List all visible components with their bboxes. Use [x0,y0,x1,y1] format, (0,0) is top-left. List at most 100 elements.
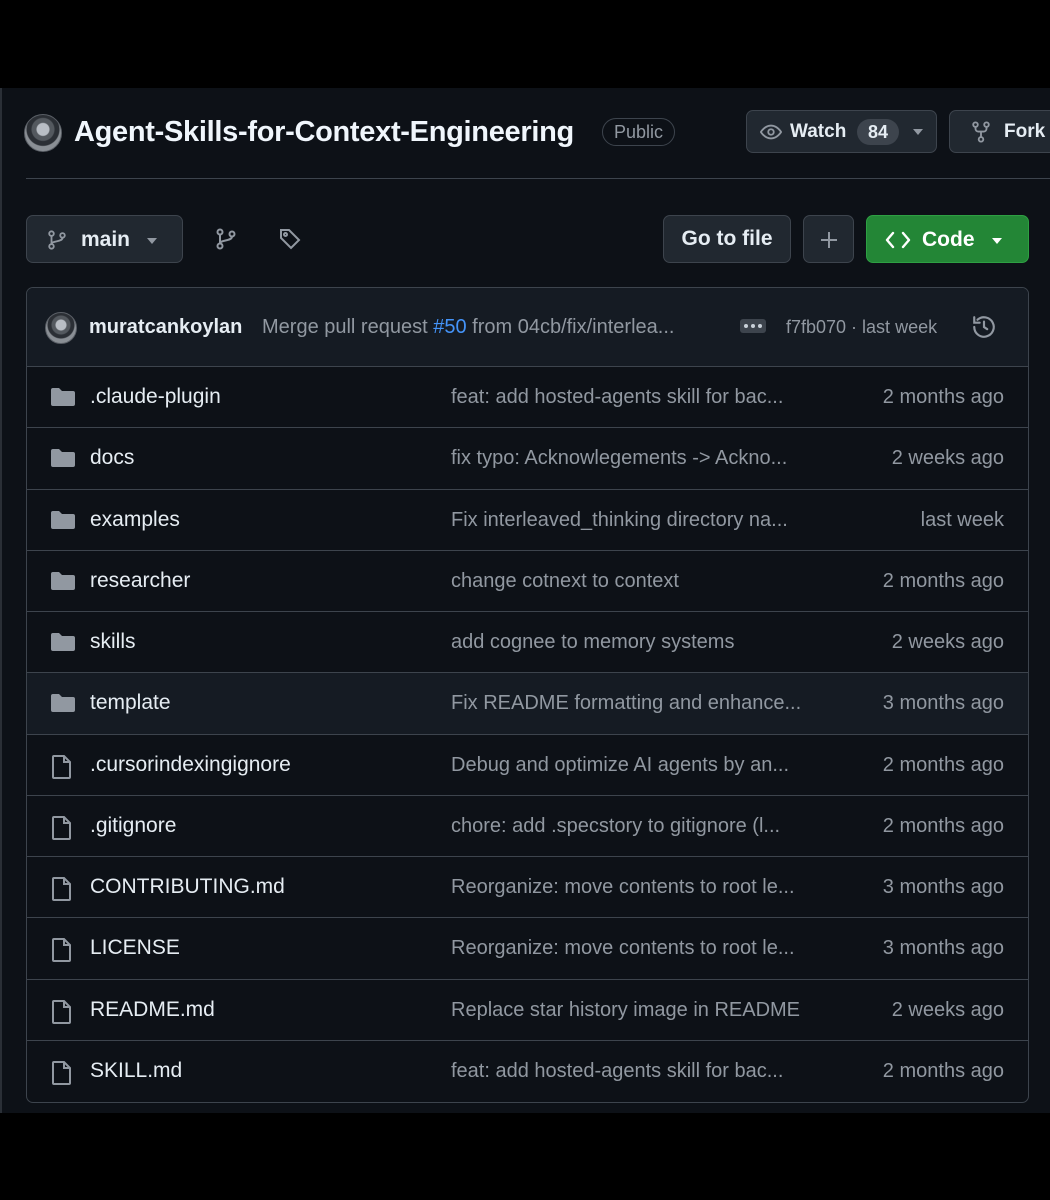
watch-count: 84 [857,119,899,145]
eye-icon [760,124,782,140]
file-row[interactable]: .claude-plugin feat: add hosted-agents sk… [27,367,1028,429]
file-commit-message[interactable]: Fix README formatting and enhance... [451,692,831,715]
file-name-link[interactable]: researcher [90,569,190,593]
chevron-down-icon [147,238,157,244]
repo-header: Agent-Skills-for-Context-Engineering Pub… [24,110,1050,158]
code-icon [885,231,911,249]
dot [758,324,762,328]
latest-commit-bar: muratcankoylan Merge pull request #50 fr… [27,288,1028,367]
file-commit-message[interactable]: Reorganize: move contents to root le... [451,876,831,899]
file-icon [50,815,74,846]
folder-icon [50,692,76,719]
expand-commit-button[interactable] [740,319,766,333]
chevron-down-icon[interactable] [912,128,924,136]
file-name-link[interactable]: docs [90,446,134,470]
file-name-link[interactable]: README.md [90,998,215,1022]
file-row[interactable]: skills add cognee to memory systems 2 week… [27,612,1028,674]
file-commit-date: 2 months ago [882,569,1004,592]
file-icon [50,999,74,1030]
file-commit-message[interactable]: fix typo: Acknowlegements -> Ackno... [451,447,831,470]
dot [751,324,755,328]
file-row[interactable]: .gitignore chore: add .specstory to gitig… [27,796,1028,857]
pull-request-link[interactable]: #50 [433,316,466,338]
file-commit-message[interactable]: change cotnext to context [451,570,831,593]
file-commit-date: 3 months ago [882,937,1004,960]
file-commit-message[interactable]: Debug and optimize AI agents by an... [451,754,831,777]
file-row[interactable]: CONTRIBUTING.md Reorganize: move contents… [27,857,1028,919]
fork-label: Fork [1004,121,1046,142]
branch-icon [48,230,66,250]
tag-icon[interactable] [278,227,302,251]
file-commit-date: 2 months ago [882,814,1004,837]
file-name-link[interactable]: skills [90,630,136,654]
commit-message[interactable]: Merge pull request #50 from 04cb/fix/int… [262,316,674,339]
chevron-down-icon [992,238,1002,244]
go-to-file-button[interactable]: Go to file [663,215,791,263]
file-commit-date: 2 months ago [882,386,1004,408]
fork-icon [972,121,990,143]
commit-author-avatar[interactable] [45,312,77,344]
file-icon [50,1060,74,1091]
file-table: muratcankoylan Merge pull request #50 fr… [26,287,1029,1103]
fork-button[interactable]: Fork [949,110,1050,153]
history-icon[interactable] [971,314,997,340]
dot [744,324,748,328]
file-commit-date: last week [920,508,1004,531]
folder-icon [50,631,76,658]
file-row[interactable]: template Fix README formatting and enhanc… [27,673,1028,735]
file-row[interactable]: examples Fix interleaved_thinking directo… [27,490,1028,551]
commit-message-prefix: Merge pull request [262,316,434,338]
file-commit-date: 2 months ago [882,753,1004,776]
folder-icon [50,509,76,536]
file-name-link[interactable]: .claude-plugin [90,385,221,409]
file-commit-message[interactable]: Fix interleaved_thinking directory na... [451,509,831,532]
file-name-link[interactable]: LICENSE [90,936,180,960]
file-row[interactable]: researcher change cotnext to context 2 mon… [27,551,1028,612]
repo-title[interactable]: Agent-Skills-for-Context-Engineering [74,116,574,149]
file-commit-date: 2 weeks ago [891,998,1004,1021]
add-file-button[interactable] [803,215,854,263]
branch-name: main [81,228,131,251]
folder-icon [50,570,76,597]
file-commit-message[interactable]: Reorganize: move contents to root le... [451,937,831,960]
visibility-badge: Public [602,118,676,146]
file-name-link[interactable]: SKILL.md [90,1059,182,1083]
code-label: Code [922,228,975,251]
folder-icon [50,447,76,474]
branch-selector[interactable]: main [26,215,183,263]
branches-icon[interactable] [214,227,238,251]
file-commit-message[interactable]: feat: add hosted-agents skill for bac... [451,386,831,409]
owner-avatar[interactable] [24,114,62,152]
file-commit-message[interactable]: chore: add .specstory to gitignore (l... [451,815,831,838]
code-button[interactable]: Code [866,215,1029,263]
file-commit-date: 2 months ago [882,1059,1004,1082]
folder-icon [50,386,76,413]
file-row[interactable]: README.md Replace star history image in R… [27,980,1028,1041]
file-name-link[interactable]: examples [90,508,180,532]
repo-page: Agent-Skills-for-Context-Engineering Pub… [0,88,1050,1113]
file-commit-date: 3 months ago [882,692,1004,715]
commit-hash-time[interactable]: f7fb070 · last week [786,317,937,338]
file-row[interactable]: LICENSE Reorganize: move contents to root… [27,918,1028,980]
file-name-link[interactable]: template [90,691,171,715]
file-commit-message[interactable]: add cognee to memory systems [451,631,831,654]
watch-button[interactable]: Watch 84 [746,110,937,153]
commit-author[interactable]: muratcankoylan [89,316,242,339]
file-row[interactable]: .cursorindexingignore Debug and optimize … [27,735,1028,796]
file-icon [50,754,74,785]
file-name-link[interactable]: .gitignore [90,814,176,838]
file-commit-date: 2 weeks ago [891,631,1004,653]
file-icon [50,876,74,907]
file-commit-message[interactable]: Replace star history image in README [451,999,831,1022]
file-commit-date: 3 months ago [882,876,1004,898]
file-row[interactable]: docs fix typo: Acknowlegements -> Ackno..… [27,428,1028,490]
header-divider [26,178,1050,179]
file-name-link[interactable]: CONTRIBUTING.md [90,875,285,899]
file-list: .claude-plugin feat: add hosted-agents sk… [27,367,1028,1102]
plus-icon [821,232,837,248]
commit-message-suffix: from 04cb/fix/interlea... [466,316,675,338]
file-commit-date: 2 weeks ago [891,447,1004,470]
file-name-link[interactable]: .cursorindexingignore [90,753,291,777]
file-row[interactable]: SKILL.md feat: add hosted-agents skill fo… [27,1041,1028,1102]
file-commit-message[interactable]: feat: add hosted-agents skill for bac... [451,1060,831,1083]
